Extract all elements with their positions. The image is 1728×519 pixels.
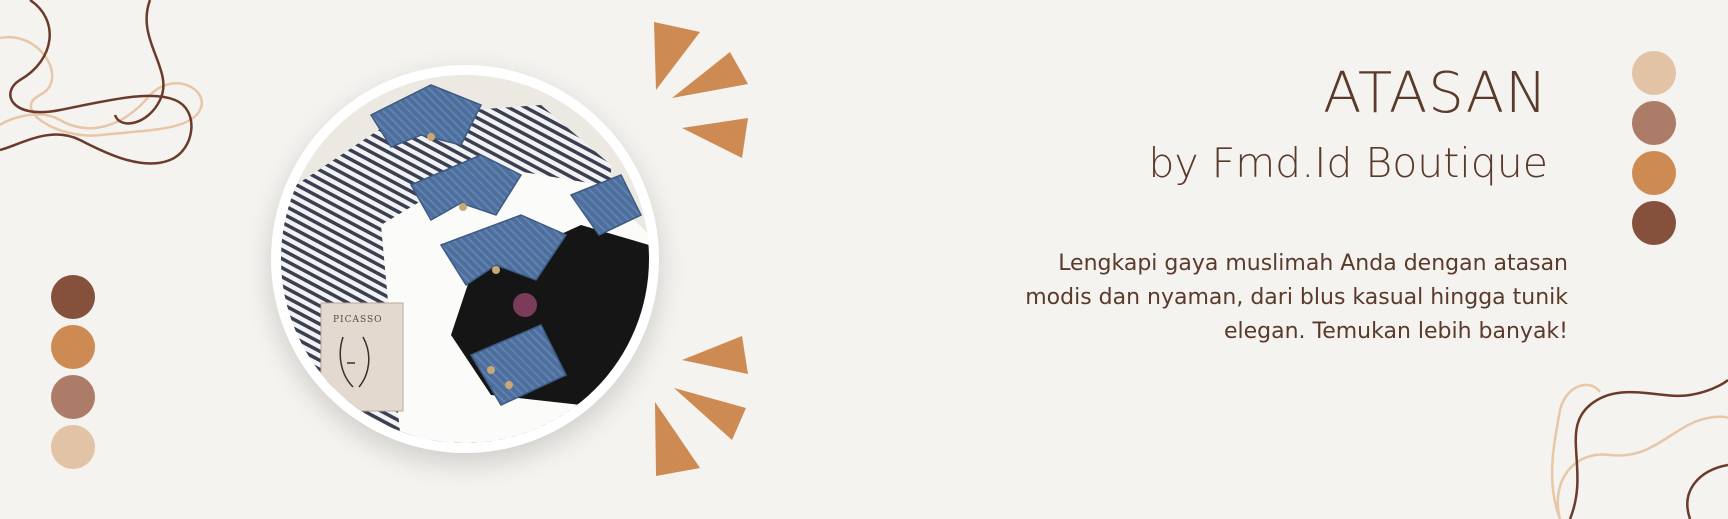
product-photo-illustration [281,75,649,443]
banner-subtitle: by Fmd.Id Boutique [1148,139,1548,187]
color-swatch-orange [1632,151,1676,195]
squiggle-line-icon [113,0,165,125]
sunburst-ray-icon [654,22,700,90]
banner-description: Lengkapi gaya muslimah Anda dengan atasa… [1025,251,1568,344]
squiggle-line-icon [0,35,203,137]
sunburst-bottom [655,336,748,476]
promo-banner: PICASSO ATASAN by Fmd.Id Boutique Lengka… [0,0,1728,519]
color-swatch-orange [51,325,95,369]
book-label: PICASSO [333,315,383,325]
banner-title: ATASAN [1323,61,1548,126]
product-photo-frame: PICASSO [271,65,659,453]
sunburst-ray-icon [672,52,748,98]
color-swatch-dark [1632,201,1676,245]
sunburst-ray-icon [655,402,700,476]
sunburst-top [654,22,748,158]
squiggle-line-icon [1556,415,1728,519]
color-swatch-light [1632,51,1676,95]
sunburst-ray-icon [682,336,748,374]
product-photo[interactable]: PICASSO [281,75,649,443]
color-swatch-mauve [51,375,95,419]
color-swatch-light [51,425,95,469]
color-swatch-dark [51,275,95,319]
sunburst-ray-icon [682,118,748,158]
sunburst-ray-icon [674,388,746,440]
color-swatch-mauve [1632,101,1676,145]
squiggle-line-icon [1686,463,1728,519]
